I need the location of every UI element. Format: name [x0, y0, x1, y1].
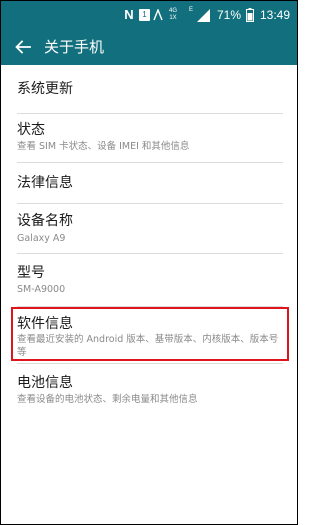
list-item-battery-info[interactable]: 电池信息 查看设备的电池状态、剩余电量和其他信息 — [1, 364, 297, 412]
item-title: 型号 — [17, 265, 45, 281]
list-item-status[interactable]: 状态 查看 SIM 卡状态、设备 IMEI 和其他信息 — [1, 114, 297, 162]
item-title: 状态 — [17, 122, 45, 138]
sim-card-icon: 1 — [139, 9, 150, 21]
list-item-device-name[interactable]: 设备名称 Galaxy A9 — [1, 204, 297, 253]
network-top-label: 4G — [168, 8, 177, 14]
data-type-label: E — [188, 7, 193, 13]
nfc-icon: N — [124, 7, 134, 22]
list-item-software-info[interactable]: 软件信息 查看最近安装的 Android 版本、基带版本、内核版本、版本号等 — [1, 307, 297, 363]
battery-icon — [245, 7, 254, 23]
item-title: 软件信息 — [17, 316, 73, 332]
item-title: 电池信息 — [17, 375, 73, 391]
network-bottom-label: 1X — [169, 15, 177, 21]
volte-icon — [153, 7, 164, 23]
item-subtitle: 查看 SIM 卡状态、设备 IMEI 和其他信息 — [17, 141, 190, 152]
signal-icon — [196, 7, 210, 23]
list-item-model[interactable]: 型号 SM-A9000 — [1, 254, 297, 306]
item-title: 设备名称 — [17, 213, 73, 229]
page-title: 关于手机 — [44, 38, 105, 56]
back-arrow-icon[interactable] — [14, 38, 32, 56]
item-subtitle: SM-A9000 — [17, 284, 66, 295]
battery-percent: 71% — [216, 8, 242, 22]
item-subtitle: 查看最近安装的 Android 版本、基带版本、内核版本、版本号等 — [17, 334, 279, 358]
list-item-legal-info[interactable]: 法律信息 — [1, 163, 297, 203]
item-title: 系统更新 — [17, 81, 73, 97]
item-title: 法律信息 — [17, 175, 73, 191]
list-item-system-update[interactable]: 系统更新 — [1, 65, 297, 113]
app-bar: 关于手机 — [1, 29, 297, 65]
item-subtitle: Galaxy A9 — [17, 233, 66, 244]
status-bar: N 1 4G 1X E 71% 13:49 — [1, 1, 297, 29]
item-subtitle: 查看设备的电池状态、剩余电量和其他信息 — [17, 394, 198, 405]
clock: 13:49 — [259, 8, 291, 22]
network-type-icon: 4G 1X — [166, 7, 180, 23]
